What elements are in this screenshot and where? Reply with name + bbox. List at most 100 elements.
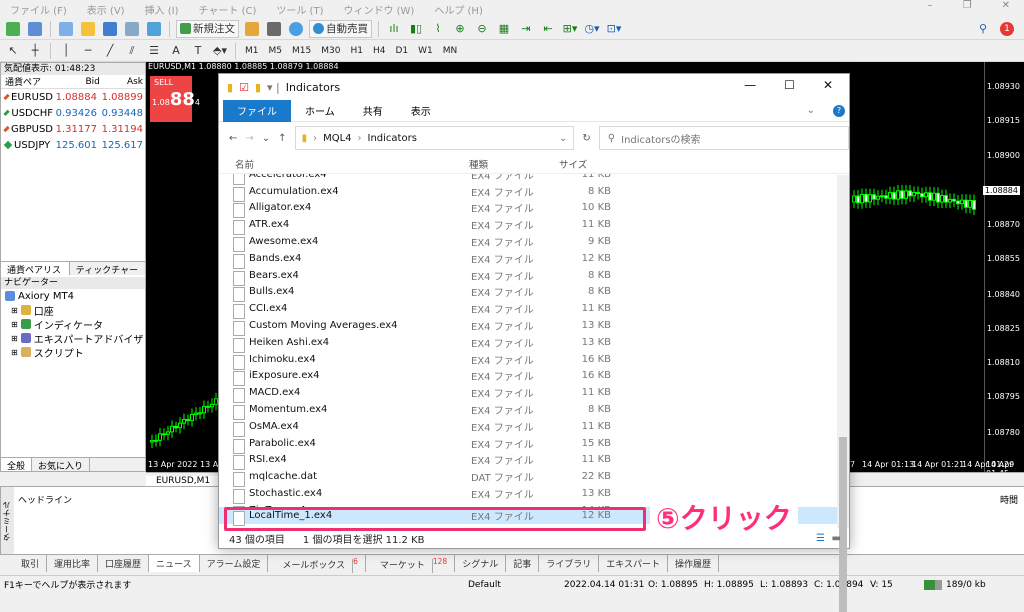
timeframe-mn[interactable]: MN bbox=[440, 46, 461, 56]
tab-journal[interactable]: 操作履歴 bbox=[668, 555, 719, 572]
restore-icon[interactable]: ❐ bbox=[953, 0, 982, 11]
metaeditor-icon[interactable] bbox=[243, 20, 261, 38]
tile-windows-icon[interactable]: ▦ bbox=[495, 20, 513, 38]
tab-market[interactable]: マーケット 128 bbox=[366, 555, 456, 573]
navigator-scripts[interactable]: ⊞ スクリプト bbox=[1, 345, 145, 360]
market-watch-row[interactable]: USDCHF 0.93426 0.93448 bbox=[1, 105, 145, 121]
market-watch-icon[interactable] bbox=[57, 20, 75, 38]
properties-icon[interactable]: ☑ bbox=[239, 81, 249, 94]
tab-exposure[interactable]: 運用比率 bbox=[47, 555, 99, 572]
trendline-icon[interactable]: ╱ bbox=[101, 42, 119, 60]
tab-articles[interactable]: 記事 bbox=[506, 555, 540, 572]
candlestick-icon[interactable]: ▮▯ bbox=[407, 20, 425, 38]
menu-window[interactable]: ウィンドウ (W) bbox=[333, 2, 424, 17]
help-icon[interactable]: ? bbox=[833, 104, 845, 117]
tester-icon[interactable] bbox=[145, 20, 163, 38]
chevron-down-icon[interactable]: ⌄ bbox=[793, 100, 829, 122]
menu-tools[interactable]: ツール (T) bbox=[266, 2, 333, 17]
zoom-out-icon[interactable]: ⊖ bbox=[473, 20, 491, 38]
navigator-indicators[interactable]: ⊞ インディケータ bbox=[1, 317, 145, 332]
file-row[interactable]: Accumulation.ex4 EX4 ファイル 8 KB bbox=[219, 183, 849, 202]
horizontal-line-icon[interactable]: ─ bbox=[79, 42, 97, 60]
periods-icon[interactable]: ◷▾ bbox=[583, 20, 601, 38]
indicators-icon[interactable]: ⊞▾ bbox=[561, 20, 579, 38]
menu-file[interactable]: ファイル (F) bbox=[0, 2, 77, 17]
tab-common[interactable]: 全般 bbox=[1, 458, 33, 472]
tab-news[interactable]: ニュース bbox=[149, 555, 200, 572]
text-icon[interactable]: A bbox=[167, 42, 185, 60]
timeframe-h4[interactable]: H4 bbox=[370, 46, 389, 56]
address-box[interactable]: ▮ › MQL4 › Indicators ⌄ bbox=[294, 126, 575, 150]
tab-alerts[interactable]: アラーム設定 bbox=[200, 555, 269, 572]
timeframe-h1[interactable]: H1 bbox=[347, 46, 366, 56]
tab-experts[interactable]: エキスパート bbox=[599, 555, 668, 572]
chart-shift-icon[interactable]: ⇤ bbox=[539, 20, 557, 38]
timeframe-w1[interactable]: W1 bbox=[415, 46, 436, 56]
file-row[interactable]: Custom Moving Averages.ex4 EX4 ファイル 13 KB bbox=[219, 317, 849, 337]
fibonacci-icon[interactable]: ☰ bbox=[145, 42, 163, 60]
details-view-icon[interactable]: ☰ bbox=[816, 533, 825, 544]
tiles-view-icon[interactable]: ▬ bbox=[832, 533, 841, 544]
minimize-icon[interactable]: — bbox=[744, 78, 756, 92]
ribbon-view[interactable]: 表示 bbox=[397, 100, 445, 122]
auto-scroll-icon[interactable]: ⇥ bbox=[517, 20, 535, 38]
label-icon[interactable]: T bbox=[189, 42, 207, 60]
notification-badge[interactable]: 1 bbox=[1000, 21, 1014, 36]
file-row[interactable]: Alligator.ex4 EX4 ファイル 10 KB bbox=[219, 200, 849, 219]
file-row[interactable]: MACD.ex4 EX4 ファイル 11 KB bbox=[219, 384, 849, 404]
scrollbar-thumb[interactable] bbox=[839, 437, 847, 612]
path-mql4[interactable]: MQL4 bbox=[323, 133, 351, 144]
search-box[interactable]: ⚲ Indicatorsの検索 bbox=[598, 126, 849, 150]
file-row[interactable]: Heiken Ashi.ex4 EX4 ファイル 13 KB bbox=[219, 334, 849, 353]
line-chart-icon[interactable]: ⌇ bbox=[429, 20, 447, 38]
tab-tick-chart[interactable]: ティックチャート bbox=[70, 262, 145, 289]
timeframe-m30[interactable]: M30 bbox=[318, 46, 343, 56]
search-icon[interactable]: ⚲ bbox=[974, 20, 992, 38]
new-chart-icon[interactable] bbox=[4, 20, 22, 38]
close-icon[interactable]: ✕ bbox=[823, 78, 833, 92]
tab-trade[interactable]: 取引 bbox=[14, 555, 48, 572]
ribbon-share[interactable]: 共有 bbox=[349, 100, 397, 122]
ribbon-home[interactable]: ホーム bbox=[291, 100, 349, 122]
tab-history[interactable]: 口座履歴 bbox=[98, 555, 150, 572]
timeframe-m15[interactable]: M15 bbox=[289, 46, 314, 56]
timeframe-m5[interactable]: M5 bbox=[266, 46, 286, 56]
tab-favorites[interactable]: お気に入り bbox=[32, 458, 91, 472]
file-row[interactable]: RSI.ex4 EX4 ファイル 11 KB bbox=[219, 452, 849, 471]
zoom-in-icon[interactable]: ⊕ bbox=[451, 20, 469, 38]
search-input[interactable]: Indicatorsの検索 bbox=[621, 131, 700, 146]
new-folder-icon[interactable]: ▮ bbox=[255, 81, 261, 94]
file-row[interactable]: Accelerator.ex4 EX4 ファイル 11 KB bbox=[219, 174, 849, 185]
address-dropdown-icon[interactable]: ⌄ bbox=[559, 133, 573, 144]
auto-trading-button[interactable]: 自動売買 bbox=[309, 19, 372, 38]
market-icon[interactable] bbox=[287, 20, 305, 38]
timeframe-m1[interactable]: M1 bbox=[242, 46, 262, 56]
profiles-icon[interactable] bbox=[26, 20, 44, 38]
navigator-icon[interactable] bbox=[101, 20, 119, 38]
forward-icon[interactable]: → bbox=[245, 133, 253, 144]
file-row[interactable]: ATR.ex4 EX4 ファイル 11 KB bbox=[219, 216, 849, 236]
file-row[interactable]: OsMA.ex4 EX4 ファイル 11 KB bbox=[219, 418, 849, 437]
channel-icon[interactable]: ⫽ bbox=[123, 42, 141, 60]
col-name[interactable]: 名前 bbox=[219, 157, 449, 171]
new-order-button[interactable]: 新規注文 bbox=[176, 19, 239, 38]
bar-chart-icon[interactable]: ılı bbox=[385, 20, 403, 38]
vertical-line-icon[interactable]: │ bbox=[57, 42, 75, 60]
chart-tab-eurusd[interactable]: EURUSD,M1 bbox=[146, 476, 222, 486]
recent-icon[interactable]: ⌄ bbox=[262, 133, 270, 144]
file-row[interactable]: Ichimoku.ex4 EX4 ファイル 16 KB bbox=[219, 351, 849, 370]
terminal-icon[interactable] bbox=[123, 20, 141, 38]
refresh-icon[interactable]: ↻ bbox=[582, 133, 590, 144]
cursor-icon[interactable]: ↖ bbox=[4, 42, 22, 60]
up-icon[interactable]: ↑ bbox=[278, 133, 286, 144]
market-watch-row[interactable]: USDJPY 125.601 125.617 bbox=[1, 137, 145, 153]
file-row[interactable]: Awesome.ex4 EX4 ファイル 9 KB bbox=[219, 233, 849, 253]
tab-mailbox[interactable]: メールボックス 6 bbox=[268, 555, 366, 573]
navigator-accounts[interactable]: ⊞ 口座 bbox=[1, 303, 145, 318]
file-row[interactable]: iExposure.ex4 EX4 ファイル 16 KB bbox=[219, 368, 849, 387]
tab-library[interactable]: ライブラリ bbox=[539, 555, 600, 572]
navigator-root[interactable]: Axiory MT4 bbox=[1, 289, 145, 303]
menu-help[interactable]: ヘルプ (H) bbox=[424, 2, 493, 17]
file-row[interactable]: Parabolic.ex4 EX4 ファイル 15 KB bbox=[219, 435, 849, 454]
close-icon[interactable]: ✕ bbox=[992, 0, 1020, 11]
